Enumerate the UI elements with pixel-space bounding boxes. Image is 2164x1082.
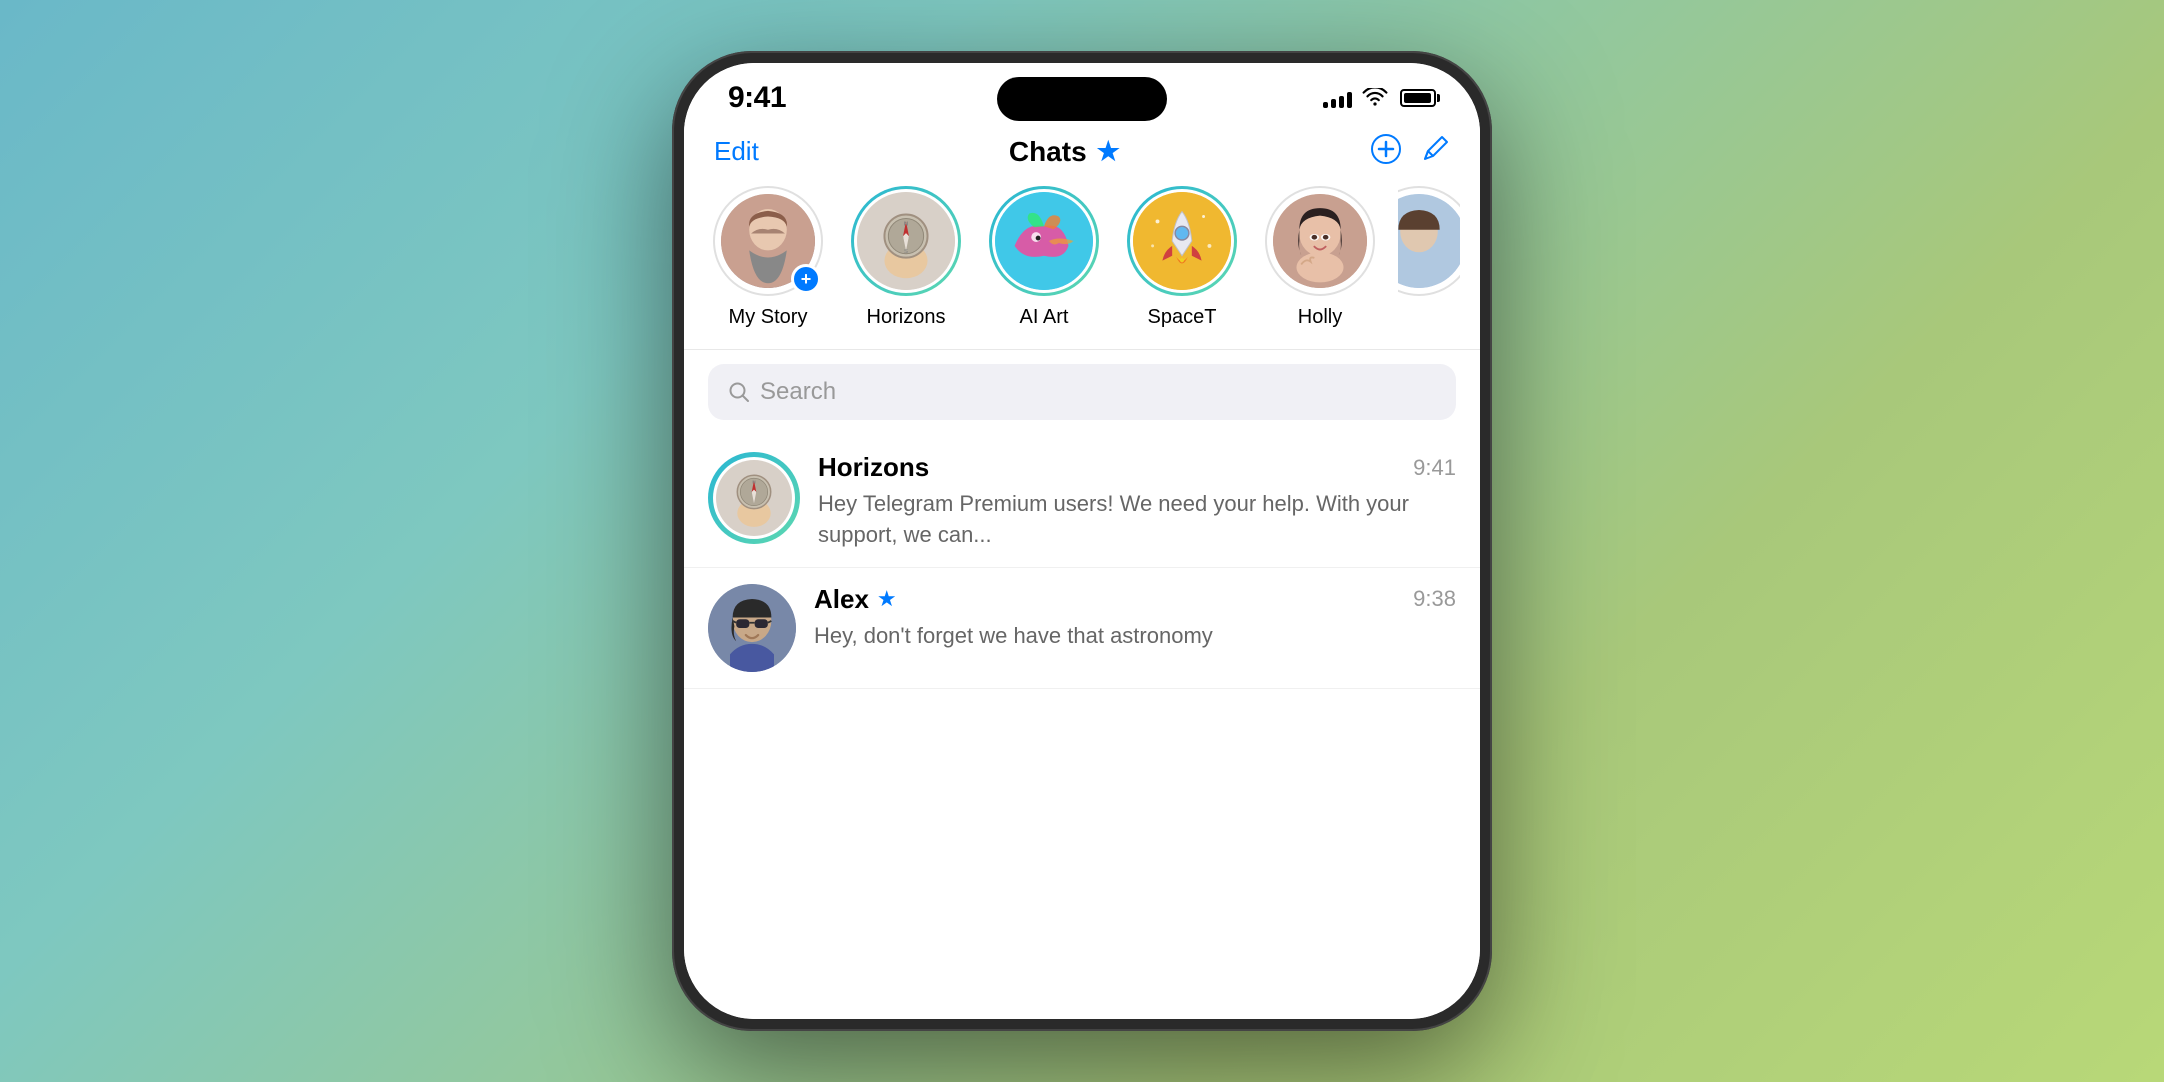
phone-device: 9:41	[672, 51, 1492, 1031]
add-story-badge[interactable]: +	[791, 264, 821, 294]
horizons-chat-name: Horizons	[818, 452, 929, 483]
svg-text:S: S	[904, 249, 908, 255]
chat-list: N Horizons 9:41 Hey Telegram Premium use…	[684, 436, 1480, 1019]
spacet-avatar	[1133, 192, 1231, 290]
chats-star-icon: ★	[1097, 136, 1120, 167]
story-extra-partial[interactable]	[1398, 186, 1460, 296]
header-title: Chats ★	[1009, 136, 1120, 168]
battery-fill	[1404, 93, 1431, 103]
extra-ring-inner	[1398, 191, 1460, 291]
alex-chat-name-wrap: Alex ★	[814, 584, 897, 615]
battery-icon	[1400, 89, 1436, 107]
compose-button[interactable]	[1420, 134, 1450, 169]
alex-chat-avatar-wrap	[708, 584, 796, 672]
signal-icon	[1323, 88, 1352, 108]
my-story-avatar-wrap: +	[713, 186, 823, 296]
horizons-avatar-wrap: N S	[851, 186, 961, 296]
alex-chat-header-row: Alex ★ 9:38	[814, 584, 1456, 615]
horizons-chat-time: 9:41	[1413, 455, 1456, 481]
ai-art-ring	[989, 186, 1099, 296]
ai-art-avatar-wrap	[989, 186, 1099, 296]
horizons-chat-header-row: Horizons 9:41	[818, 452, 1456, 483]
horizons-ring-inner: N S	[854, 189, 958, 293]
alex-chat-preview: Hey, don't forget we have that astronomy	[814, 621, 1456, 652]
holly-ring-inner	[1270, 191, 1370, 291]
alex-chat-content: Alex ★ 9:38 Hey, don't forget we have th…	[814, 584, 1456, 652]
horizons-chat-avatar-inner: N	[713, 457, 795, 539]
chats-header: Edit Chats ★	[684, 125, 1480, 186]
stories-row: + My Story	[684, 186, 1480, 349]
chat-item-alex[interactable]: Alex ★ 9:38 Hey, don't forget we have th…	[684, 568, 1480, 689]
search-container: Search	[684, 350, 1480, 436]
search-icon	[728, 381, 750, 403]
alex-chat-name: Alex	[814, 584, 869, 615]
signal-bar-4	[1347, 92, 1352, 108]
extra-ring	[1398, 186, 1460, 296]
phone-screen: 9:41	[684, 63, 1480, 1019]
signal-bar-2	[1331, 99, 1336, 108]
holly-ring	[1265, 186, 1375, 296]
horizons-chat-content: Horizons 9:41 Hey Telegram Premium users…	[818, 452, 1456, 551]
svg-text:N: N	[904, 221, 908, 227]
horizons-chat-preview: Hey Telegram Premium users! We need your…	[818, 489, 1456, 551]
holly-avatar-wrap	[1265, 186, 1375, 296]
horizons-chat-avatar-ring: N	[708, 452, 800, 544]
story-holly[interactable]: Holly	[1260, 186, 1380, 329]
story-horizons[interactable]: N S Horizons	[846, 186, 966, 329]
spacet-avatar-wrap	[1127, 186, 1237, 296]
horizons-avatar: N S	[857, 192, 955, 290]
holly-avatar	[1273, 194, 1367, 288]
story-ai-art[interactable]: AI Art	[984, 186, 1104, 329]
chats-title-text: Chats	[1009, 136, 1087, 168]
holly-label: Holly	[1298, 306, 1342, 329]
status-bar: 9:41	[684, 63, 1480, 125]
signal-bar-1	[1323, 102, 1328, 108]
my-story-label: My Story	[729, 306, 808, 329]
extra-avatar-wrap	[1398, 186, 1460, 296]
signal-bar-3	[1339, 96, 1344, 108]
story-my-story[interactable]: + My Story	[708, 186, 828, 329]
chat-item-horizons[interactable]: N Horizons 9:41 Hey Telegram Premium use…	[684, 436, 1480, 568]
horizons-label: Horizons	[867, 306, 946, 329]
spacet-label: SpaceT	[1148, 306, 1217, 329]
spacet-ring-inner	[1130, 189, 1234, 293]
svg-text:N: N	[752, 480, 755, 485]
ai-art-avatar	[995, 192, 1093, 290]
spacet-ring	[1127, 186, 1237, 296]
ai-art-label: AI Art	[1020, 306, 1069, 329]
edit-button[interactable]: Edit	[714, 136, 759, 167]
ai-art-ring-inner	[992, 189, 1096, 293]
header-actions	[1370, 133, 1450, 170]
status-icons	[1323, 88, 1436, 108]
extra-avatar	[1398, 194, 1460, 288]
dynamic-island	[997, 77, 1167, 121]
new-group-button[interactable]	[1370, 133, 1402, 170]
wifi-icon	[1362, 88, 1388, 108]
search-placeholder-text: Search	[760, 378, 836, 406]
alex-chat-star-icon: ★	[877, 586, 897, 612]
alex-chat-time: 9:38	[1413, 586, 1456, 612]
alex-chat-avatar	[708, 584, 796, 672]
horizons-ring: N S	[851, 186, 961, 296]
search-bar[interactable]: Search	[708, 364, 1456, 420]
status-time: 9:41	[728, 81, 786, 115]
story-spacet[interactable]: SpaceT	[1122, 186, 1242, 329]
